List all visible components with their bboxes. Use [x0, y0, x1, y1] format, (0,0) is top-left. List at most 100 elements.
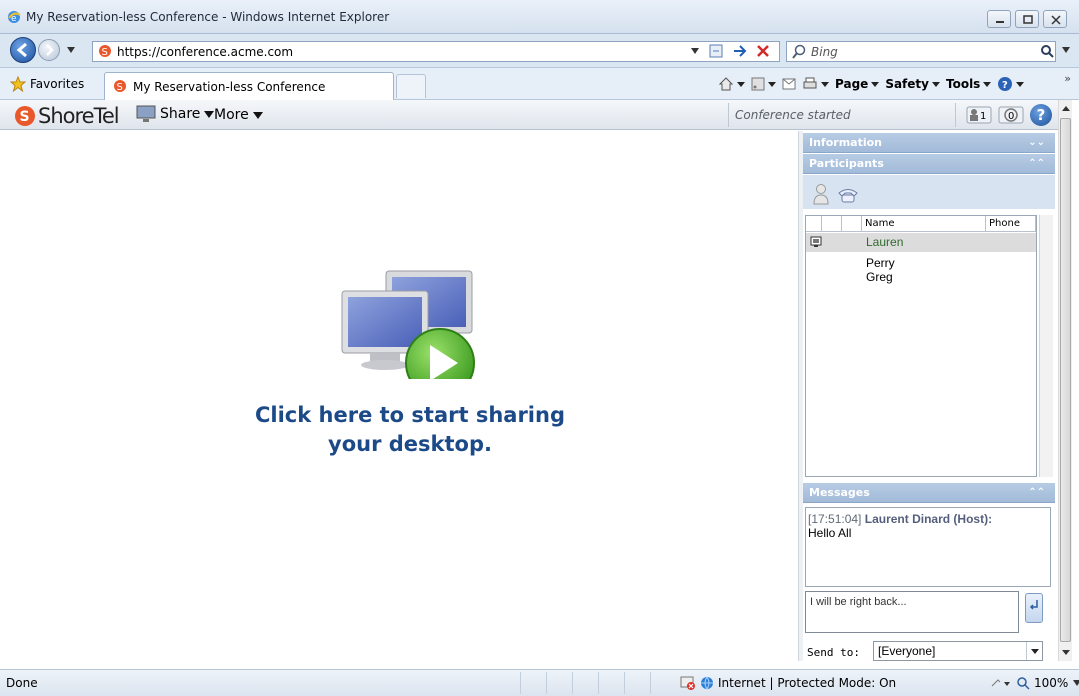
col-name[interactable]: Name [862, 216, 986, 232]
shoretel-logo: S ShoreTel [14, 104, 120, 128]
forward-button[interactable] [38, 39, 60, 61]
new-tab-button[interactable] [396, 74, 426, 98]
address-dropdown-icon[interactable] [690, 47, 700, 55]
message-text: Hello All [808, 526, 852, 540]
message-input[interactable]: I will be right back... [805, 591, 1019, 633]
window-title: My Reservation-less Conference - Windows… [26, 10, 390, 24]
history-dropdown-icon[interactable] [66, 46, 76, 54]
home-button[interactable] [718, 76, 745, 92]
help-button[interactable]: ? [1030, 104, 1052, 126]
feeds-button[interactable] [751, 77, 776, 91]
favorites-button[interactable]: Favorites [10, 73, 84, 95]
search-box[interactable]: Bing [786, 41, 1056, 62]
col-type[interactable] [822, 216, 842, 232]
messages-header[interactable]: Messages ⌃⌃ [803, 483, 1055, 503]
table-row[interactable]: Lauren [806, 233, 1036, 252]
status-bar: Done Internet | Protected Mode: On 100% [0, 669, 1079, 696]
participants-count: 1 [980, 111, 986, 122]
tools-menu[interactable]: Tools [945, 77, 992, 91]
favorites-star-icon [10, 76, 26, 92]
shoretel-logo-icon: S [15, 106, 35, 126]
send-to-select[interactable]: [Everyone] [873, 641, 1043, 661]
information-header[interactable]: Information ⌄⌄ [803, 133, 1055, 153]
svg-text:e: e [11, 14, 17, 24]
expand-chevron-icon: ⌄⌄ [1028, 137, 1045, 148]
mail-icon [782, 78, 796, 90]
start-sharing-icon[interactable] [340, 269, 480, 379]
start-sharing-line2: your desktop. [328, 432, 492, 456]
svg-text:?: ? [1002, 80, 1008, 91]
participants-count-icon[interactable]: 1 [966, 105, 992, 125]
compatibility-view-icon[interactable] [708, 43, 724, 59]
print-icon [803, 77, 817, 89]
message-log: [17:51:04] Laurent Dinard (Host): Hello … [805, 507, 1051, 587]
status-cells [520, 672, 676, 694]
ie-logo-icon: e [8, 11, 21, 24]
presenter-icon [810, 236, 822, 247]
share-menu[interactable]: Share [136, 105, 215, 123]
page-scrollbar[interactable] [1058, 100, 1072, 661]
col-media[interactable] [842, 216, 862, 232]
scroll-up-icon[interactable] [1062, 106, 1070, 111]
zoom-control[interactable]: 100% [990, 676, 1079, 690]
minimize-button[interactable] [987, 10, 1011, 28]
participant-name[interactable]: Perry [866, 256, 895, 270]
page-menu[interactable]: Page [835, 77, 880, 91]
close-window-button[interactable] [1043, 10, 1067, 28]
safety-menu[interactable]: Safety [885, 77, 940, 91]
rss-feed-icon [751, 77, 765, 91]
search-dropdown-icon[interactable] [1061, 46, 1071, 54]
participant-name[interactable]: Greg [866, 270, 893, 284]
share-label: Share [160, 106, 201, 122]
participants-scrollbar[interactable] [1039, 215, 1053, 477]
stop-icon[interactable] [756, 44, 770, 58]
start-sharing-text[interactable]: Click here to start sharing your desktop… [240, 401, 580, 459]
participant-name: Lauren [866, 235, 904, 249]
back-arrow-icon [16, 42, 27, 58]
shoretel-favicon-icon: S [99, 45, 111, 58]
search-go-icon[interactable] [1040, 44, 1054, 58]
home-icon [718, 77, 734, 91]
message-sender: Laurent Dinard (Host): [864, 512, 993, 526]
toolbar-divider [728, 103, 729, 127]
zoom-dropdown-icon[interactable] [1072, 679, 1079, 687]
scrollbar-thumb[interactable] [1060, 118, 1071, 642]
print-button[interactable] [802, 77, 829, 91]
message-time: [17:51:04] [808, 512, 862, 526]
send-message-button[interactable] [1025, 593, 1043, 623]
add-participant-icon[interactable] [813, 183, 829, 205]
calls-count-icon[interactable]: 0 [998, 105, 1024, 125]
help-circle-icon: ? [998, 77, 1013, 91]
favorites-bar: Favorites S My Reservation-less Conferen… [0, 68, 1079, 100]
back-button[interactable] [10, 37, 36, 63]
go-arrow-icon[interactable] [732, 43, 748, 59]
security-zone[interactable]: Internet | Protected Mode: On [680, 676, 896, 690]
read-mail-button[interactable] [782, 78, 796, 90]
participants-table: Name Phone Lauren Perry Greg [805, 215, 1037, 477]
participants-header[interactable]: Participants ⌃⌃ [803, 154, 1055, 174]
more-menu[interactable]: More [214, 107, 263, 123]
collapse-chevron-icon: ⌃⌃ [1028, 487, 1045, 498]
scroll-down-icon[interactable] [1062, 650, 1070, 655]
help-menu[interactable]: ? [997, 76, 1025, 92]
calls-count: 0 [1008, 111, 1014, 122]
forward-arrow-icon [46, 44, 54, 56]
col-phone[interactable]: Phone [986, 216, 1036, 232]
participants-table-header: Name Phone [806, 216, 1036, 232]
send-enter-icon [1029, 600, 1038, 610]
favorites-label: Favorites [30, 77, 85, 91]
browser-tab[interactable]: S My Reservation-less Conference [104, 72, 394, 100]
window-titlebar: e My Reservation-less Conference - Windo… [0, 0, 1079, 34]
status-done: Done [6, 676, 38, 690]
main-sharing-area[interactable]: Click here to start sharing your desktop… [0, 131, 800, 661]
toolbar-overflow-icon[interactable]: » [1064, 72, 1071, 85]
collapse-chevron-icon: ⌃⌃ [1028, 158, 1045, 169]
address-field[interactable]: S https://conference.acme.com [92, 41, 780, 62]
dial-out-phone-icon[interactable] [837, 187, 859, 203]
search-icon [792, 44, 806, 59]
tools-menu-label: Tools [945, 77, 981, 91]
col-status[interactable] [806, 216, 822, 232]
maximize-button[interactable] [1015, 10, 1039, 28]
app-toolbar: S ShoreTel Share More Conference started… [0, 100, 1058, 130]
protected-mode-icon [991, 679, 1010, 687]
